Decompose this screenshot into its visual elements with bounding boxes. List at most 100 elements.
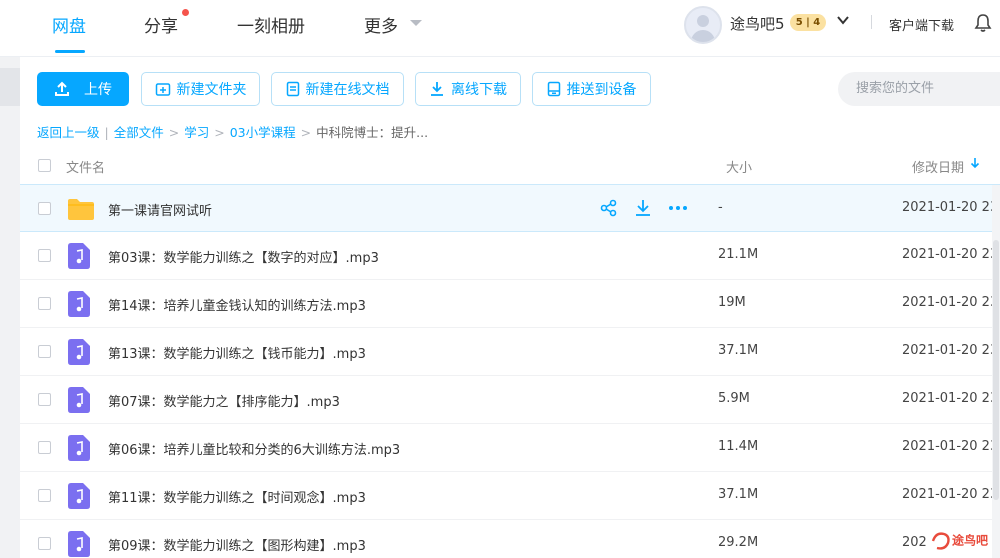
file-size: 5.9M — [718, 391, 750, 406]
audio-file-icon — [68, 243, 90, 269]
file-size: 19M — [718, 295, 746, 310]
chevron-down-icon[interactable] — [410, 20, 422, 26]
new-doc-label: 新建在线文档 — [305, 82, 390, 98]
back-link[interactable]: 返回上一级 — [37, 125, 100, 140]
file-name[interactable]: 第03课：数学能力训练之【数字的对应】.mp3 — [108, 247, 379, 266]
notification-dot — [182, 9, 189, 16]
file-name[interactable]: 第07课：数学能力之【排序能力】.mp3 — [108, 391, 340, 410]
vip-badge: 5 | 4 — [790, 14, 826, 31]
tab-share[interactable]: 分享 — [144, 12, 178, 37]
audio-file-icon — [68, 339, 90, 365]
tab-more[interactable]: 更多 — [364, 12, 398, 37]
row-checkbox[interactable] — [38, 441, 51, 454]
username[interactable]: 途鸟吧5 — [730, 13, 785, 34]
new-folder-button[interactable]: 新建文件夹 — [141, 72, 260, 106]
file-name[interactable]: 第09课：数学能力训练之【图形构建】.mp3 — [108, 535, 366, 554]
file-row[interactable]: 第11课：数学能力训练之【时间观念】.mp3 37.1M 2021-01-20 … — [20, 472, 1000, 520]
upload-label: 上传 — [84, 82, 112, 98]
breadcrumb-link[interactable]: 03小学课程 — [230, 125, 296, 140]
file-name[interactable]: 第14课：培养儿童金钱认知的训练方法.mp3 — [108, 295, 366, 314]
file-date: 2021-01-20 23:05 — [902, 200, 1000, 215]
audio-file-icon — [68, 387, 90, 413]
tab-album[interactable]: 一刻相册 — [237, 12, 305, 37]
file-row[interactable]: 第03课：数学能力训练之【数字的对应】.mp3 21.1M 2021-01-20… — [20, 232, 1000, 280]
file-row[interactable]: 第09课：数学能力训练之【图形构建】.mp3 29.2M 202 — [20, 520, 1000, 558]
left-sidebar-strip — [0, 57, 20, 558]
client-download-link[interactable]: 客户端下载 — [889, 15, 954, 34]
row-checkbox[interactable] — [38, 393, 51, 406]
scrollbar-thumb[interactable] — [993, 240, 999, 500]
breadcrumb-link[interactable]: 学习 — [184, 125, 209, 140]
file-date: 2021-01-20 23:05 — [902, 439, 1000, 454]
document-icon — [286, 81, 299, 97]
file-size: 11.4M — [718, 439, 759, 454]
file-date: 2021-01-20 23:05 — [902, 247, 1000, 262]
row-actions — [600, 199, 688, 217]
all-files-link[interactable]: 全部文件 — [114, 125, 164, 140]
file-row[interactable]: 第14课：培养儿童金钱认知的训练方法.mp3 19M 2021-01-20 23… — [20, 280, 1000, 328]
column-modified-header[interactable]: 修改日期 — [912, 157, 964, 176]
new-folder-icon — [155, 83, 170, 96]
row-checkbox[interactable] — [38, 297, 51, 310]
file-name[interactable]: 第11课：数学能力训练之【时间观念】.mp3 — [108, 487, 366, 506]
row-checkbox[interactable] — [38, 202, 51, 215]
file-row[interactable]: 第07课：数学能力之【排序能力】.mp3 5.9M 2021-01-20 23:… — [20, 376, 1000, 424]
column-size-header[interactable]: 大小 — [726, 157, 752, 176]
search-input[interactable] — [854, 80, 1000, 97]
top-navigation: 网盘 分享 一刻相册 更多 途鸟吧5 5 | 4 客户端下载 — [0, 0, 1000, 57]
file-row[interactable]: 第13课：数学能力训练之【钱币能力】.mp3 37.1M 2021-01-20 … — [20, 328, 1000, 376]
audio-file-icon — [68, 435, 90, 461]
file-size: 37.1M — [718, 487, 759, 502]
active-tab-indicator — [55, 50, 85, 53]
file-row[interactable]: 第06课：培养儿童比较和分类的6大训练方法.mp3 11.4M 2021-01-… — [20, 424, 1000, 472]
file-date: 202 — [902, 535, 927, 550]
folder-icon — [68, 199, 94, 220]
file-row[interactable]: 第一课请官网试听 - 2021-01-20 23:05 — [20, 184, 1000, 232]
file-name[interactable]: 第13课：数学能力训练之【钱币能力】.mp3 — [108, 343, 366, 362]
share-icon[interactable] — [600, 199, 618, 217]
sort-down-arrow-icon[interactable] — [970, 157, 980, 173]
offline-download-label: 离线下载 — [451, 82, 507, 98]
file-date: 2021-01-20 23:05 — [902, 343, 1000, 358]
watermark-logo: 途鸟吧 — [930, 530, 1000, 558]
column-name-header[interactable]: 文件名 — [66, 157, 105, 176]
file-list-header: 文件名 大小 修改日期 — [20, 148, 1000, 184]
row-checkbox[interactable] — [38, 345, 51, 358]
file-size: - — [718, 200, 723, 215]
upload-button[interactable]: 上传 — [37, 72, 129, 106]
upload-icon — [55, 81, 69, 96]
file-date: 2021-01-20 23:05 — [902, 391, 1000, 406]
new-folder-label: 新建文件夹 — [176, 82, 247, 98]
file-size: 37.1M — [718, 343, 759, 358]
file-name[interactable]: 第06课：培养儿童比较和分类的6大训练方法.mp3 — [108, 439, 400, 458]
file-date: 2021-01-20 23:05 — [902, 487, 1000, 502]
row-checkbox[interactable] — [38, 489, 51, 502]
device-icon — [547, 81, 560, 97]
more-icon[interactable] — [668, 199, 688, 217]
audio-file-icon — [68, 483, 90, 509]
row-checkbox[interactable] — [38, 249, 51, 262]
push-to-device-button[interactable]: 推送到设备 — [532, 72, 651, 106]
file-size: 21.1M — [718, 247, 759, 262]
download-icon — [431, 82, 443, 96]
avatar[interactable] — [684, 6, 722, 44]
file-date: 2021-01-20 23:05 — [902, 295, 1000, 310]
watermark-text: 途鸟吧 — [952, 533, 989, 548]
file-name[interactable]: 第一课请官网试听 — [108, 200, 212, 219]
breadcrumb-current: 中科院博士：提升... — [316, 125, 429, 140]
audio-file-icon — [68, 531, 90, 557]
audio-file-icon — [68, 291, 90, 317]
user-menu-chevron-icon[interactable] — [836, 13, 850, 31]
left-sidebar-active[interactable] — [0, 68, 20, 106]
tab-netdisk[interactable]: 网盘 — [52, 12, 86, 37]
offline-download-button[interactable]: 离线下载 — [415, 72, 521, 106]
download-icon[interactable] — [634, 199, 652, 217]
bell-icon[interactable] — [974, 13, 992, 37]
divider — [871, 15, 872, 29]
push-to-device-label: 推送到设备 — [566, 82, 637, 98]
breadcrumb: 返回上一级 | 全部文件 > 学习 >03小学课程 > 中科院博士：提升... — [37, 125, 429, 140]
row-checkbox[interactable] — [38, 537, 51, 550]
new-doc-button[interactable]: 新建在线文档 — [271, 72, 404, 106]
select-all-checkbox[interactable] — [38, 159, 51, 172]
search-box[interactable] — [838, 72, 1000, 106]
